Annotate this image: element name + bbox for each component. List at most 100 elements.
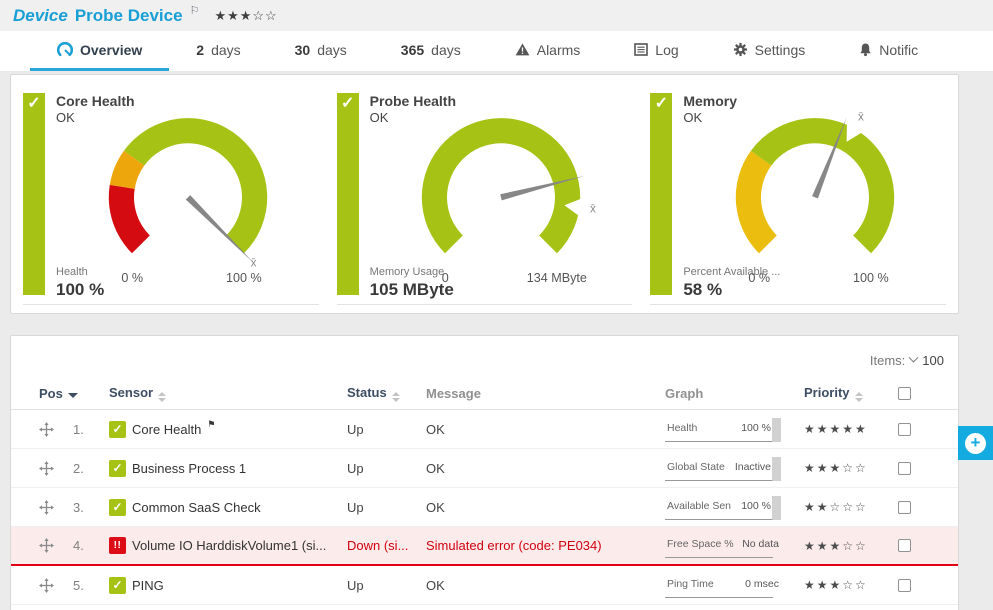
- move-handle-icon[interactable]: [39, 538, 73, 553]
- row-position: 5.: [73, 578, 109, 593]
- warning-triangle-icon: [515, 43, 530, 56]
- tab-label: days: [211, 42, 241, 58]
- graph-value: 100 %: [741, 422, 771, 434]
- mini-graph[interactable]: Ping Time 0 msec: [665, 573, 783, 598]
- graph-label: Free Space %: [667, 538, 734, 550]
- mini-graph[interactable]: Free Space % No data: [665, 533, 783, 558]
- flag-icon: ⚑: [207, 419, 215, 430]
- tab-settings[interactable]: Settings: [706, 31, 833, 71]
- row-position: 2.: [73, 461, 109, 476]
- gauge-core-health[interactable]: ✓ Core Health OK x̄0 %100 % Health 100 %: [23, 85, 319, 305]
- tab-30-days[interactable]: 30 days: [268, 31, 374, 71]
- mini-graph[interactable]: Global State Inactive: [665, 456, 783, 481]
- mini-graph[interactable]: Health 100 %: [665, 417, 783, 442]
- table-row[interactable]: 2. ✓ Business Process 1 Up OK Global Sta…: [11, 449, 958, 488]
- status-ok-bar: ✓: [337, 93, 359, 295]
- sensor-name-link[interactable]: PING: [132, 578, 164, 593]
- tab-label: Alarms: [537, 42, 581, 58]
- bell-icon: [859, 42, 872, 57]
- channel-label: Health: [56, 266, 104, 278]
- graph-axis: [665, 441, 773, 442]
- graph-value: 100 %: [741, 500, 771, 512]
- priority-rating[interactable]: ★★★☆☆: [804, 461, 884, 475]
- graph-bar: [772, 457, 781, 481]
- gauge-memory[interactable]: ✓ Memory OK x̄0 %100 % Percent Available…: [650, 85, 946, 305]
- move-handle-icon[interactable]: [39, 578, 73, 593]
- gauges-panel: ✓ Core Health OK x̄0 %100 % Health 100 %…: [10, 74, 959, 314]
- row-checkbox[interactable]: [884, 423, 924, 436]
- channel-value: 100 %: [56, 280, 104, 300]
- sensor-message: OK: [426, 461, 665, 476]
- svg-text:100 %: 100 %: [226, 271, 262, 285]
- row-checkbox[interactable]: [884, 579, 924, 592]
- items-label: Items:: [870, 353, 905, 368]
- row-checkbox[interactable]: [884, 501, 924, 514]
- gauge-probe-health[interactable]: ✓ Probe Health OK x̄0134 MByte Memory Us…: [337, 85, 633, 305]
- sensor-status: Up: [347, 578, 426, 593]
- tab-365-days[interactable]: 365 days: [374, 31, 488, 71]
- log-list-icon: [634, 43, 648, 56]
- add-button[interactable]: +: [958, 426, 993, 460]
- table-header-row: Pos Sensor Status Message Graph Priority: [11, 378, 958, 410]
- sensor-name-link[interactable]: Common SaaS Check: [132, 500, 261, 515]
- sensor-name-link[interactable]: Business Process 1: [132, 461, 246, 476]
- graph-value: Inactive: [735, 461, 771, 473]
- column-header-pos[interactable]: Pos: [39, 386, 109, 401]
- svg-text:x̄: x̄: [590, 203, 596, 216]
- gauge-dial: x̄0 %100 %: [680, 91, 946, 291]
- sensor-name-link[interactable]: Core Health: [132, 422, 201, 437]
- row-checkbox[interactable]: [884, 462, 924, 475]
- tab-overview[interactable]: Overview: [30, 31, 169, 71]
- priority-rating[interactable]: ★★★☆☆: [214, 8, 277, 24]
- graph-label: Global State: [667, 461, 725, 473]
- sort-icon: [158, 392, 166, 402]
- svg-text:0 %: 0 %: [121, 271, 143, 285]
- status-ok-bar: ✓: [650, 93, 672, 295]
- sensor-status: Up: [347, 461, 426, 476]
- tab-label: days: [317, 42, 347, 58]
- gauge-dial: x̄0134 MByte: [366, 91, 636, 291]
- tab-log[interactable]: Log: [607, 31, 705, 71]
- move-handle-icon[interactable]: [39, 461, 73, 476]
- table-row[interactable]: 1. ✓ Core Health ⚑ Up OK Health 100 % ★★…: [11, 410, 958, 449]
- sensor-status: Up: [347, 500, 426, 515]
- select-all-checkbox[interactable]: [884, 387, 924, 400]
- column-header-priority[interactable]: Priority: [804, 385, 884, 402]
- page-title[interactable]: Probe Device: [75, 6, 183, 26]
- column-header-sensor[interactable]: Sensor: [109, 385, 347, 402]
- tab-2-days[interactable]: 2 days: [169, 31, 267, 71]
- priority-rating[interactable]: ★★★☆☆: [804, 539, 884, 553]
- move-handle-icon[interactable]: [39, 500, 73, 515]
- status-ok-bar: ✓: [23, 93, 45, 295]
- table-row-error[interactable]: 4. !! Volume IO HarddiskVolume1 (si... D…: [11, 527, 958, 566]
- tab-bar: Overview 2 days 30 days 365 days Alarms …: [0, 31, 993, 72]
- sensor-error-icon: !!: [109, 537, 126, 554]
- row-checkbox[interactable]: [884, 539, 924, 552]
- sensor-name-link[interactable]: Volume IO HarddiskVolume1 (si...: [132, 538, 326, 553]
- priority-rating[interactable]: ★★★☆☆: [804, 578, 884, 592]
- tab-label: Log: [655, 42, 678, 58]
- tab-notifications[interactable]: Notific: [832, 31, 945, 71]
- gauge-dial: x̄0 %100 %: [53, 91, 323, 291]
- channel-value: 105 MByte: [370, 280, 454, 300]
- items-count: 100: [922, 353, 944, 368]
- svg-text:134 MByte: 134 MByte: [527, 271, 587, 285]
- graph-bar: [772, 418, 781, 442]
- sensor-message: OK: [426, 500, 665, 515]
- mini-graph[interactable]: Available Sen 100 %: [665, 495, 783, 520]
- tab-number: 30: [295, 42, 311, 58]
- graph-label: Available Sen: [667, 500, 731, 512]
- table-row[interactable]: 3. ✓ Common SaaS Check Up OK Available S…: [11, 488, 958, 527]
- sort-icon: [855, 392, 863, 402]
- priority-rating[interactable]: ★★★★★: [804, 422, 884, 436]
- move-handle-icon[interactable]: [39, 422, 73, 437]
- items-count-control[interactable]: Items: 100: [11, 336, 958, 368]
- tab-alarms[interactable]: Alarms: [488, 31, 608, 71]
- graph-bar: [772, 496, 781, 520]
- column-header-status[interactable]: Status: [347, 385, 426, 402]
- priority-rating[interactable]: ★★☆☆☆: [804, 500, 884, 514]
- channel-value: 58 %: [683, 280, 780, 300]
- table-row[interactable]: 5. ✓ PING Up OK Ping Time 0 msec ★★★☆☆: [11, 566, 958, 605]
- tab-label: days: [431, 42, 461, 58]
- check-icon: ✓: [27, 93, 40, 295]
